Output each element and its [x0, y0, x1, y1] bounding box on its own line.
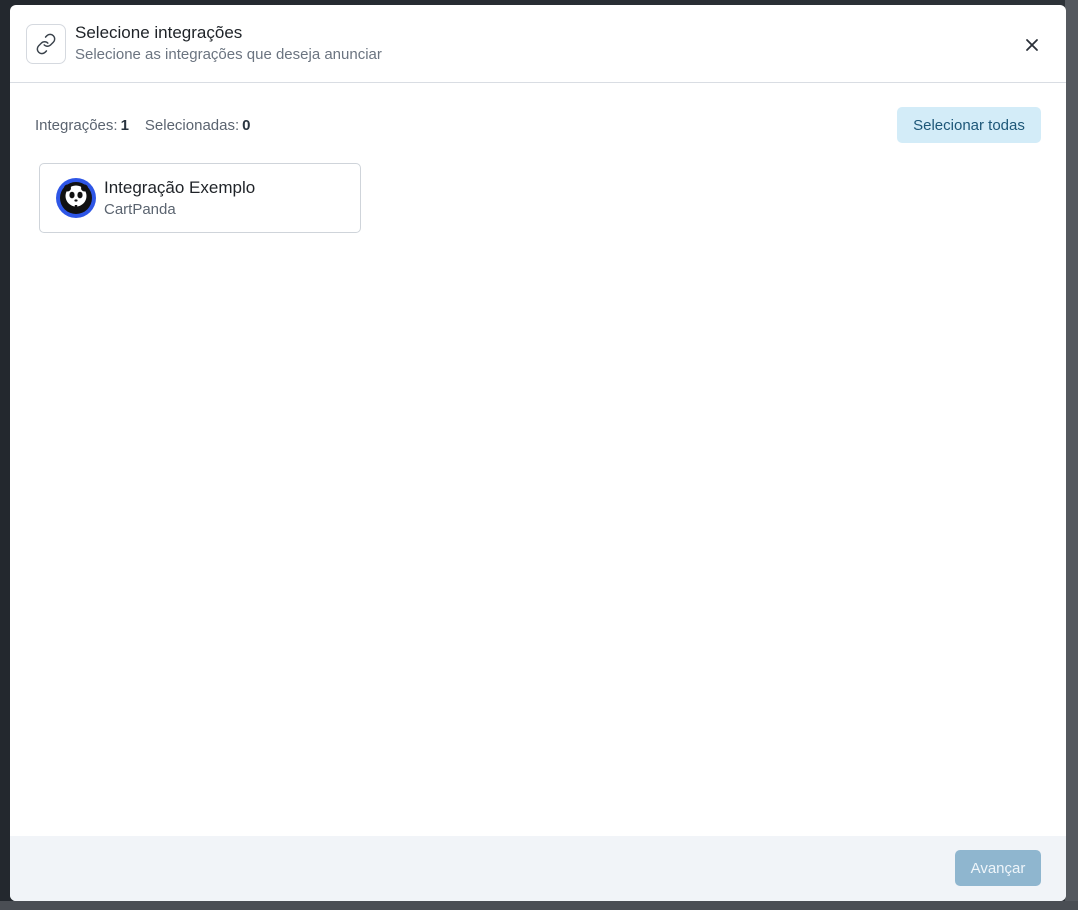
integration-card[interactable]: Integração Exemplo CartPanda [39, 163, 361, 233]
panda-logo-icon [56, 178, 96, 218]
backdrop-strip [1065, 0, 1078, 910]
integration-text: Integração Exemplo CartPanda [104, 177, 255, 220]
close-icon[interactable] [1020, 33, 1044, 57]
selected-count: Selecionadas: 0 [144, 116, 251, 134]
select-all-button[interactable]: Selecionar todas [897, 107, 1041, 143]
modal-title: Selecione integrações [75, 23, 243, 42]
modal-subtitle: Selecione as integrações que deseja anun… [75, 46, 382, 63]
integration-name: Integração Exemplo [104, 177, 256, 197]
header-text: Selecione integrações Selecione as integ… [75, 22, 382, 65]
integration-provider: CartPanda [104, 200, 176, 218]
modal-footer: Avançar [10, 836, 1066, 901]
select-integrations-modal: Selecione integrações Selecione as integ… [10, 5, 1066, 901]
backdrop-bottom [0, 901, 1078, 910]
counts-row: Integrações: 1 Selecionadas: 0 [35, 107, 1041, 143]
modal-header: Selecione integrações Selecione as integ… [10, 5, 1066, 83]
integrations-count: Integrações: 1 [35, 116, 129, 134]
modal-body: Integrações: 1 Selecionadas: 0 Selecionar … [10, 83, 1066, 836]
next-button[interactable]: Avançar [955, 850, 1041, 886]
link-icon [26, 23, 66, 64]
